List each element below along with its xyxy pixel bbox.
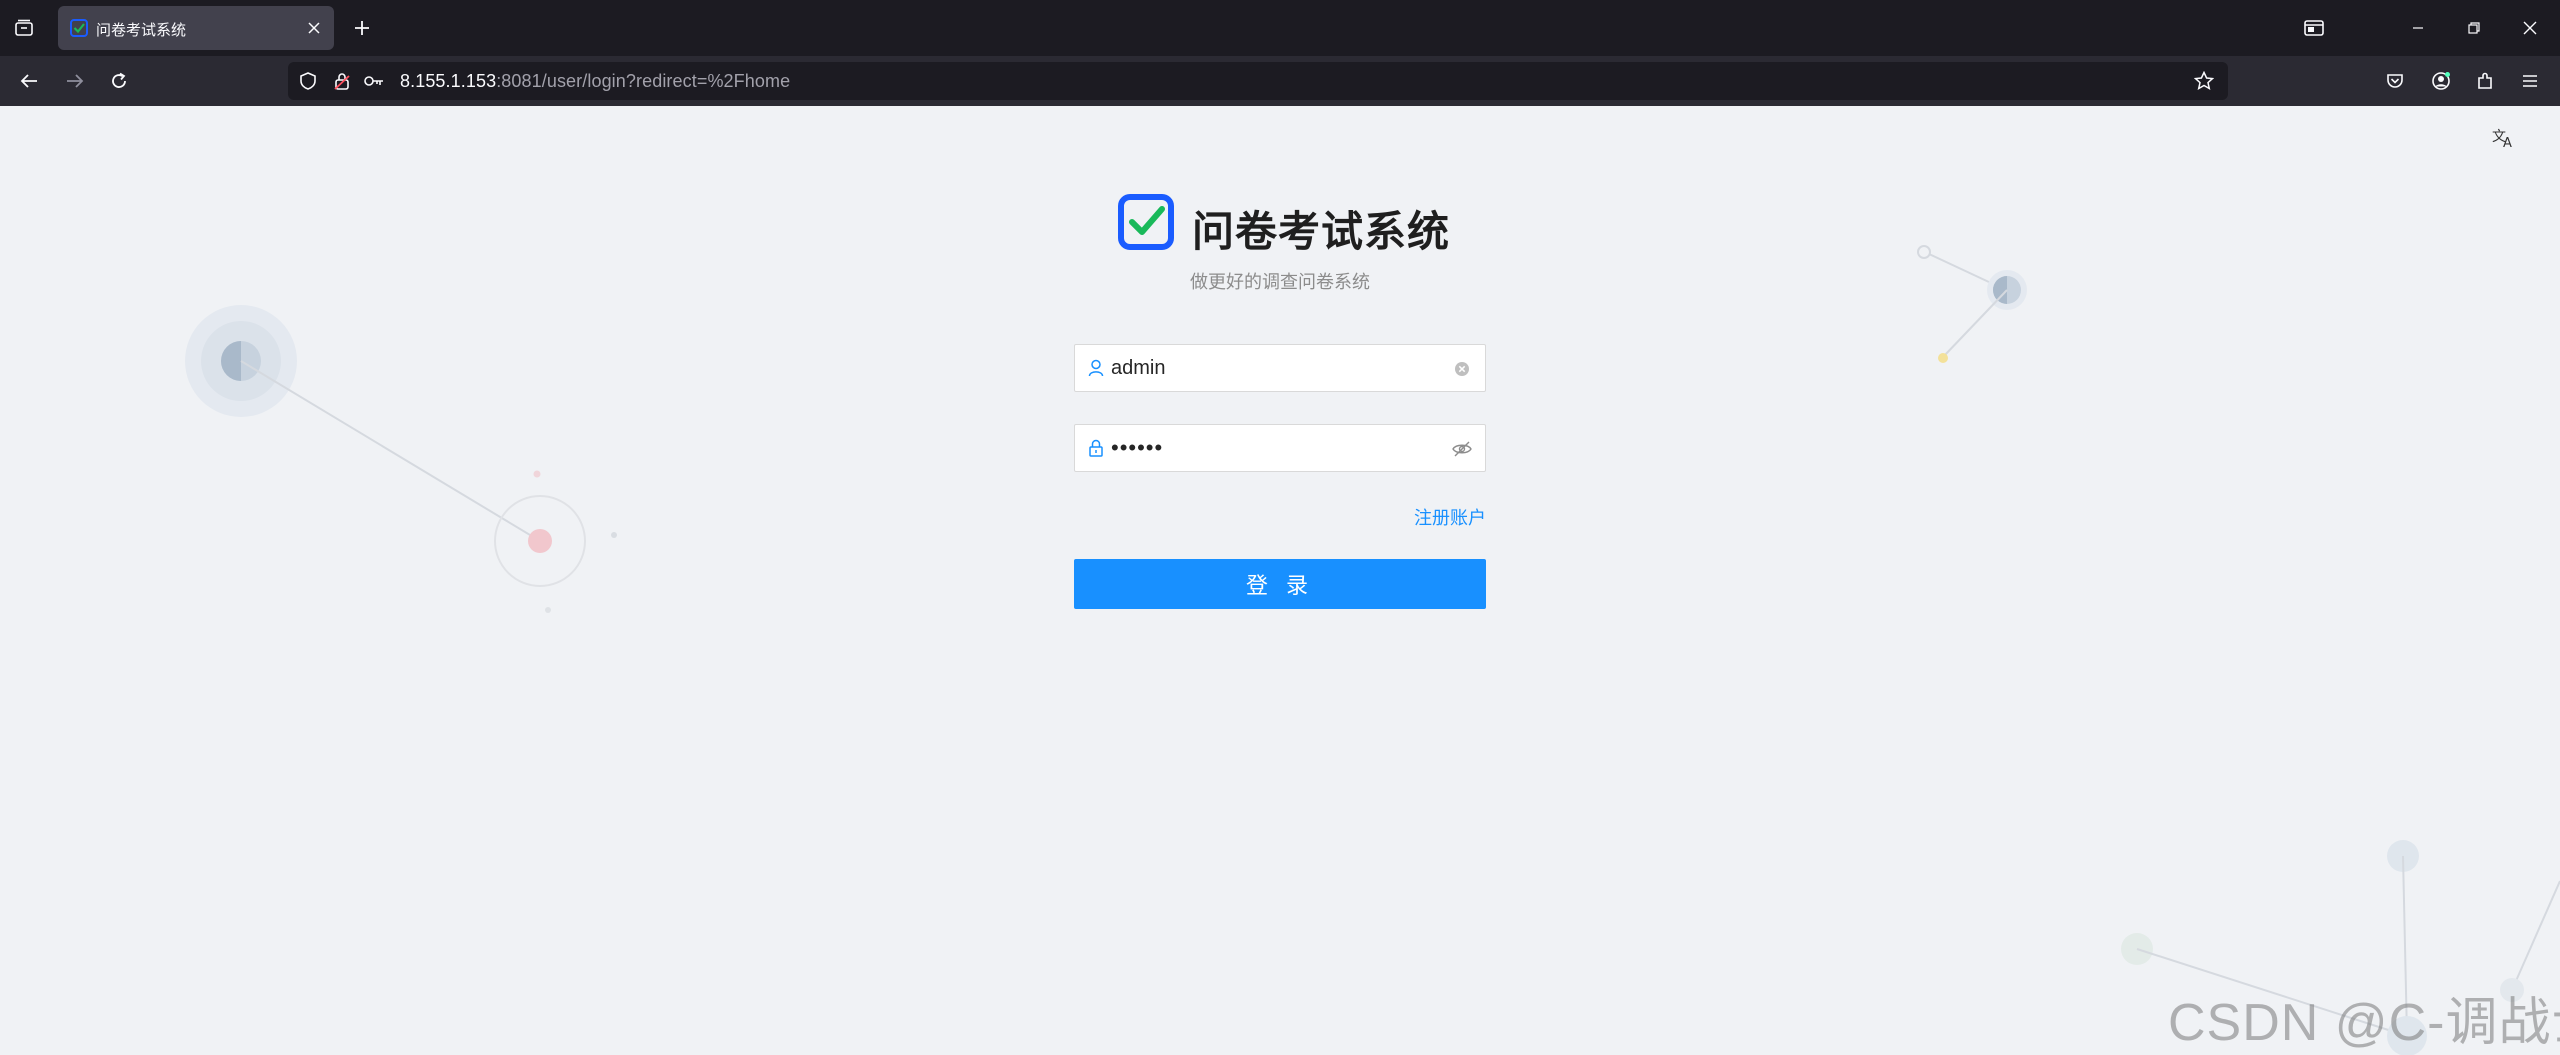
url-host: 8.155.1.153 [400, 71, 497, 91]
password-field[interactable]: •••••• [1074, 424, 1486, 472]
back-arrow-icon[interactable] [14, 66, 44, 96]
tab-close-icon[interactable] [304, 18, 324, 38]
forward-arrow-icon[interactable] [60, 66, 90, 96]
svg-text:A: A [2503, 136, 2512, 149]
browser-navigation-bar: 8.155.1.153:8081/user/login?redirect=%2F… [0, 56, 2560, 106]
tab-list-icon[interactable] [10, 14, 38, 42]
close-window-icon[interactable] [2514, 12, 2546, 44]
account-icon[interactable] [2426, 66, 2456, 96]
browser-tab-strip: 问卷考试系统 [0, 0, 2560, 56]
insecure-lock-icon[interactable] [332, 71, 352, 91]
menu-hamburger-icon[interactable] [2515, 66, 2545, 96]
restore-icon[interactable] [2458, 12, 2490, 44]
address-bar[interactable]: 8.155.1.153:8081/user/login?redirect=%2F… [288, 62, 2228, 100]
password-input[interactable]: •••••• [1111, 433, 1431, 463]
url-text: 8.155.1.153:8081/user/login?redirect=%2F… [400, 71, 790, 92]
username-field[interactable] [1074, 344, 1486, 392]
tab-title: 问卷考试系统 [96, 22, 187, 39]
firefox-view-icon[interactable] [2298, 12, 2330, 44]
lock-icon [1087, 439, 1105, 457]
bookmark-star-icon[interactable] [2194, 71, 2214, 91]
extensions-puzzle-icon[interactable] [2470, 66, 2500, 96]
login-button[interactable]: 登 录 [1074, 559, 1486, 609]
clear-input-icon[interactable] [1451, 358, 1473, 380]
eye-invisible-icon[interactable] [1451, 438, 1473, 460]
login-page: 文A 问卷考试系统 做更好的调查问卷系统 •••••• 注册账户 登 录 CSD… [0, 106, 2560, 1055]
username-input[interactable] [1111, 353, 1431, 383]
app-subtitle: 做更好的调查问卷系统 [1190, 272, 1370, 292]
translate-icon[interactable]: 文A [2490, 124, 2518, 152]
new-tab-plus-icon[interactable] [348, 14, 376, 42]
register-account-link[interactable]: 注册账户 [1414, 504, 1486, 530]
app-title: 问卷考试系统 [1192, 208, 1451, 255]
pocket-icon[interactable] [2380, 66, 2410, 96]
csdn-watermark: CSDN @C-调战士 [2168, 994, 2560, 1052]
key-icon[interactable] [364, 71, 384, 91]
checkbox-favicon-icon [70, 19, 88, 37]
shield-icon[interactable] [298, 71, 318, 91]
user-icon [1087, 359, 1105, 377]
reload-icon[interactable] [104, 66, 134, 96]
app-logo-checkbox-icon [1118, 194, 1174, 250]
browser-tab-active[interactable]: 问卷考试系统 [58, 6, 334, 50]
url-path: :8081/user/login?redirect=%2Fhome [496, 71, 791, 91]
minimize-icon[interactable] [2402, 12, 2434, 44]
